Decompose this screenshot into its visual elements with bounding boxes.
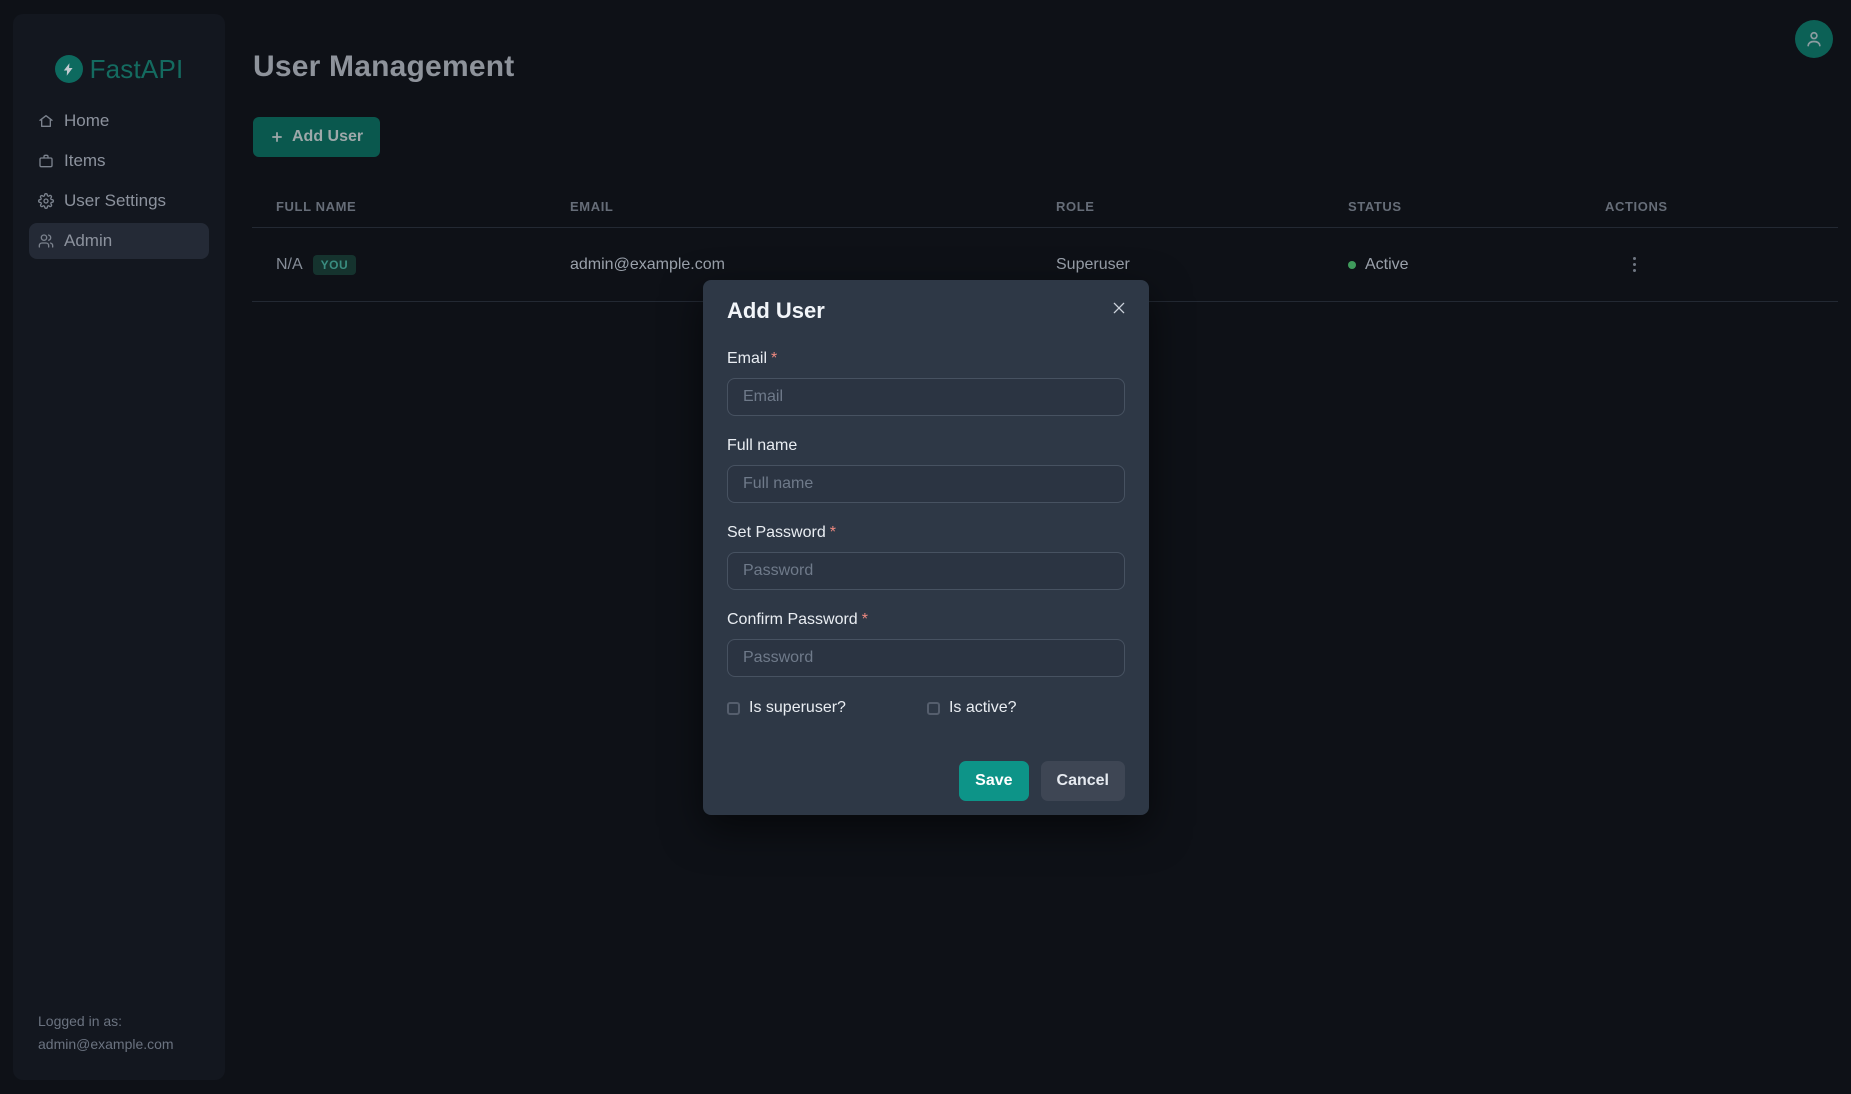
sidebar-item-user-settings[interactable]: User Settings <box>29 181 209 221</box>
user-menu-avatar[interactable] <box>1795 20 1833 58</box>
sidebar-nav: Home Items User Settings Admin <box>29 101 209 261</box>
cell-status: Active <box>1348 256 1605 274</box>
users-icon <box>38 233 54 249</box>
screen: FastAPI Home Items User Settings <box>0 0 1851 1094</box>
sidebar-item-admin[interactable]: Admin <box>29 223 209 259</box>
status-dot-icon <box>1348 261 1356 269</box>
logged-in-info: Logged in as: admin@example.com <box>38 1010 174 1056</box>
is-active-label: Is active? <box>949 699 1017 717</box>
add-user-modal: Add User Email* Full name Set Password* … <box>703 280 1149 815</box>
add-user-button[interactable]: Add User <box>253 117 380 157</box>
sidebar-item-label: Items <box>64 151 106 171</box>
add-user-button-label: Add User <box>292 128 363 146</box>
cell-actions <box>1605 252 1838 278</box>
modal-actions: Save Cancel <box>727 761 1125 801</box>
column-header-full-name: FULL NAME <box>276 199 570 214</box>
save-button[interactable]: Save <box>959 761 1028 801</box>
cell-email: admin@example.com <box>570 256 1056 274</box>
person-icon <box>1804 29 1824 49</box>
brand-logo[interactable]: FastAPI <box>13 52 225 86</box>
status-value: Active <box>1365 256 1409 274</box>
home-icon <box>38 113 54 129</box>
table-header-row: FULL NAME EMAIL ROLE STATUS ACTIONS <box>252 186 1838 228</box>
modal-checkbox-row: Is superuser? Is active? <box>727 698 1125 718</box>
cell-role: Superuser <box>1056 256 1348 274</box>
full-name-label: Full name <box>727 437 1125 455</box>
is-superuser-checkbox[interactable]: Is superuser? <box>727 699 846 717</box>
briefcase-icon <box>38 153 54 169</box>
required-marker: * <box>771 350 777 367</box>
required-marker: * <box>862 611 868 628</box>
column-header-actions: ACTIONS <box>1605 199 1838 214</box>
logged-in-email: admin@example.com <box>38 1033 174 1056</box>
plus-icon <box>270 130 284 144</box>
email-label: Email* <box>727 350 1125 368</box>
row-actions-kebab-icon[interactable] <box>1623 252 1645 278</box>
column-header-role: ROLE <box>1056 199 1348 214</box>
full-name-value: N/A <box>276 256 303 274</box>
checkbox-icon <box>727 702 740 715</box>
modal-title: Add User <box>727 298 1125 324</box>
cell-full-name: N/A YOU <box>276 255 570 275</box>
brand-name: FastAPI <box>90 54 184 85</box>
sidebar-item-home[interactable]: Home <box>29 101 209 141</box>
logged-in-label: Logged in as: <box>38 1010 174 1033</box>
sidebar-item-label: Home <box>64 111 109 131</box>
sidebar-item-label: User Settings <box>64 191 166 211</box>
column-header-email: EMAIL <box>570 199 1056 214</box>
gear-icon <box>38 193 54 209</box>
set-password-label: Set Password* <box>727 524 1125 542</box>
email-field[interactable] <box>727 378 1125 416</box>
required-marker: * <box>830 524 836 541</box>
close-icon[interactable] <box>1107 296 1131 320</box>
fastapi-bolt-icon <box>55 55 83 83</box>
confirm-password-label: Confirm Password* <box>727 611 1125 629</box>
sidebar: FastAPI Home Items User Settings <box>13 14 225 1080</box>
you-badge: YOU <box>313 255 357 275</box>
cancel-button[interactable]: Cancel <box>1041 761 1125 801</box>
full-name-field[interactable] <box>727 465 1125 503</box>
sidebar-item-label: Admin <box>64 231 112 251</box>
is-active-checkbox[interactable]: Is active? <box>927 699 1017 717</box>
set-password-field[interactable] <box>727 552 1125 590</box>
checkbox-icon <box>927 702 940 715</box>
is-superuser-label: Is superuser? <box>749 699 846 717</box>
column-header-status: STATUS <box>1348 199 1605 214</box>
confirm-password-field[interactable] <box>727 639 1125 677</box>
page-title: User Management <box>253 50 514 84</box>
sidebar-item-items[interactable]: Items <box>29 141 209 181</box>
